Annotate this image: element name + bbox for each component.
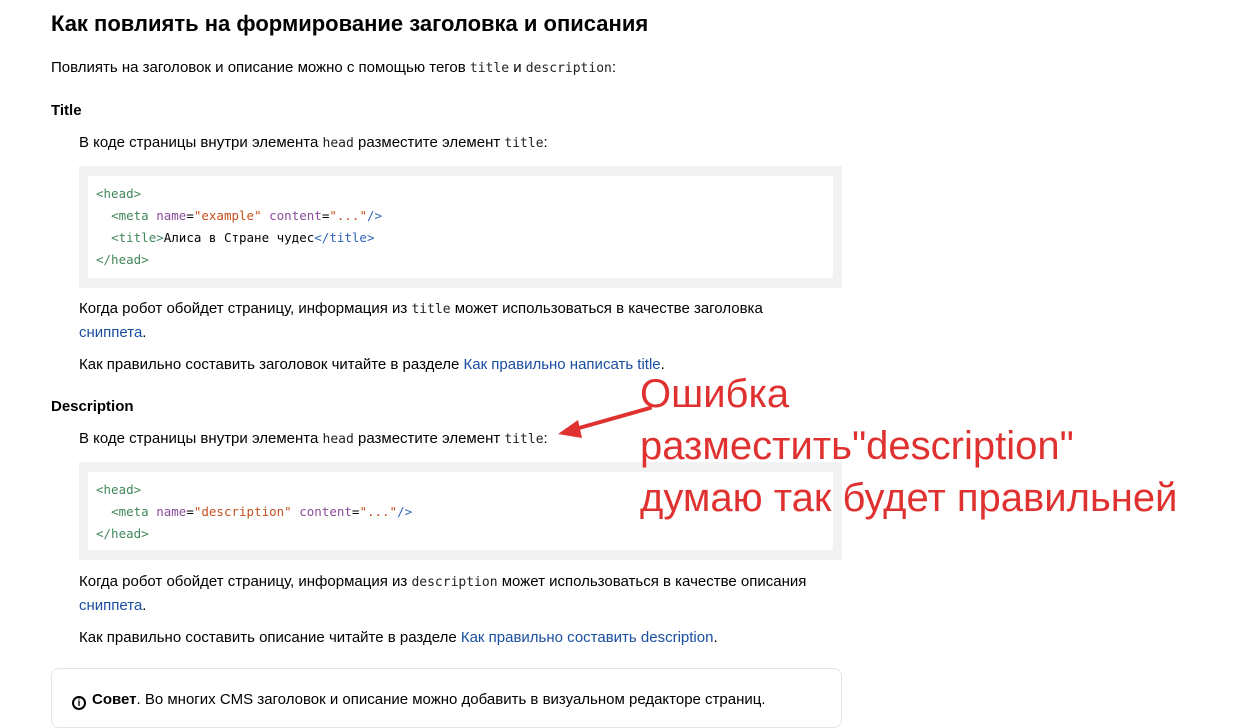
tip-line: i Совет. Во многих CMS заголовок и описан… [72,691,766,710]
code-token: "example" [193,208,262,223]
code-token: = [186,208,194,223]
code-token: content [299,504,352,519]
desc-howto-text: Как правильно составить описание читайте… [79,626,718,649]
title-snippet-link[interactable]: сниппета [79,324,142,341]
desc-instr-code-head: head [322,432,354,447]
code-token: /> [366,208,383,223]
annotation-line-3: думаю так будет правильней [640,476,1178,520]
code-token: <head> [96,186,142,201]
desc-robot-text: Когда робот обойдет страницу, информация… [79,570,806,594]
title-instr-code-head: head [322,136,354,151]
code-line: <title>Алиса в Стране чудес</title> [96,227,833,249]
intro-mid: и [509,59,526,76]
title-section-heading: Title [51,102,82,119]
intro-code-title: title [469,61,510,76]
intro-text: Повлиять на заголовок и описание можно с… [51,56,616,80]
code-line: <head> [96,183,833,205]
code-token: "..." [329,208,367,223]
desc-howto-after: . [713,629,718,646]
desc-howto-link[interactable]: Как правильно составить description [461,629,714,646]
intro-after: : [611,59,617,76]
desc-instr-code-title: title [504,432,544,447]
title-code-block: <head> <meta name="example" content="...… [79,166,842,288]
desc-robot-after: может использоваться в качестве описания [497,573,807,590]
title-howto-text: Как правильно составить заголовок читайт… [79,353,665,376]
code-line: </head> [96,523,833,545]
code-token: <head> [96,482,142,497]
description-section-heading: Description [51,398,134,415]
annotation-line-1: Ошибка [640,372,790,416]
code-token: = [186,504,194,519]
page-title: Как повлиять на формирование заголовка и… [51,11,649,36]
title-instr-after: : [543,134,548,151]
title-howto-before: Как правильно составить заголовок читайт… [79,356,464,373]
code-token: /> [397,504,413,519]
code-line: </head> [96,249,833,271]
code-token: <meta [111,208,157,223]
desc-snippet-line: сниппета. [79,594,146,617]
title-howto-link[interactable]: Как правильно написать title [463,356,660,373]
tip-box: i Совет. Во многих CMS заголовок и описан… [51,668,842,728]
desc-snippet-after: . [142,597,147,614]
code-token: "description" [193,504,292,519]
code-token: <title> [111,230,164,245]
intro-code-description: description [525,61,612,76]
intro-before: Повлиять на заголовок и описание можно с… [51,59,470,76]
title-instr-mid: разместите элемент [353,134,505,151]
annotation-text: Ошибка разместить"description" думаю так… [640,368,1177,524]
tip-label: Совет [92,691,137,708]
code-token: </title> [314,230,375,245]
description-instruction: В коде страницы внутри элемента head раз… [79,427,548,451]
title-robot-code: title [411,302,451,317]
desc-instr-before: В коде страницы внутри элемента [79,430,323,447]
desc-howto-before: Как правильно составить описание читайте… [79,629,461,646]
code-token: <meta [111,504,157,519]
desc-robot-before: Когда робот обойдет страницу, информация… [79,573,412,590]
code-token: Алиса в Стране чудес [163,230,315,245]
title-snippet-line: сниппета. [79,321,146,344]
desc-instr-mid: разместите элемент [353,430,505,447]
desc-instr-after: : [543,430,548,447]
code-line: <meta name="example" content="..."/> [96,205,833,227]
code-token: name [156,208,187,223]
title-robot-text: Когда робот обойдет страницу, информация… [79,297,763,321]
title-instr-before: В коде страницы внутри элемента [79,134,323,151]
code-token: name [156,504,187,519]
code-token: "..." [359,504,398,519]
code-token: </head> [96,526,149,541]
desc-snippet-link[interactable]: сниппета [79,597,142,614]
title-robot-after: может использоваться в качестве заголовк… [450,300,763,317]
tip-text: . Во многих CMS заголовок и описание мож… [136,691,766,708]
info-icon: i [72,696,86,710]
title-robot-before: Когда робот обойдет страницу, информация… [79,300,412,317]
title-snippet-after: . [142,324,147,341]
desc-robot-code: description [411,575,498,590]
code-token: content [269,208,322,223]
title-instr-code-title: title [504,136,544,151]
code-token: </head> [96,252,149,267]
title-instruction: В коде страницы внутри элемента head раз… [79,131,548,155]
annotation-line-2: разместить"description" [640,424,1074,468]
title-code-content: <head> <meta name="example" content="...… [88,176,833,278]
